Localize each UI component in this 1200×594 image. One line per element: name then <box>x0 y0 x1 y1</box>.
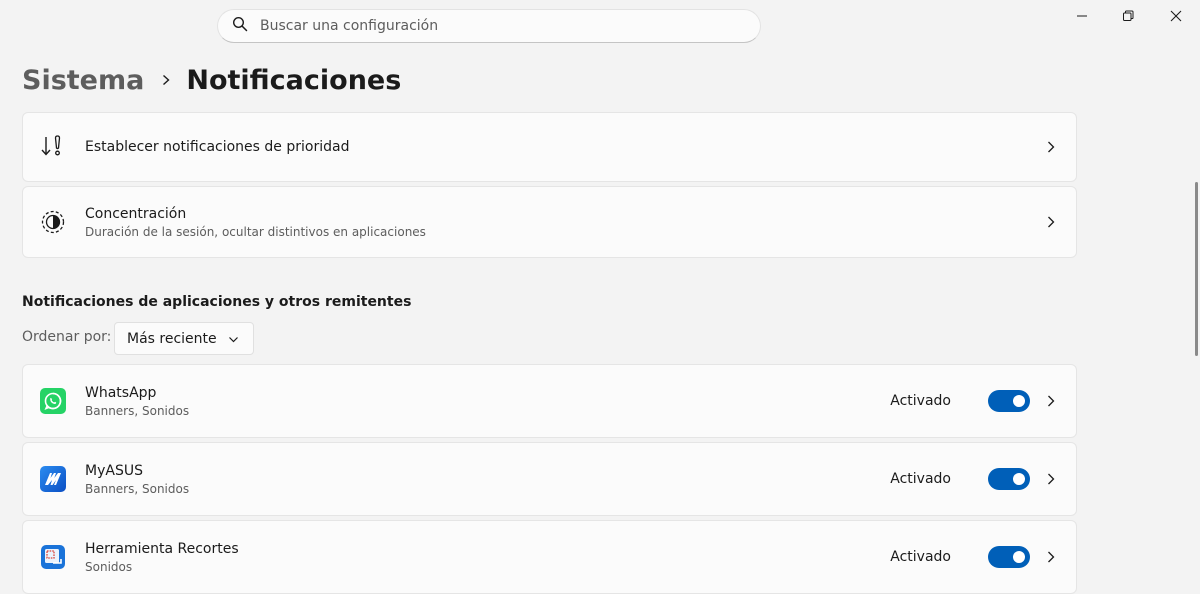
chevron-right-icon <box>1044 550 1058 564</box>
page-title: Notificaciones <box>186 64 402 96</box>
focus-card[interactable]: Concentración Duración de la sesión, ocu… <box>22 186 1077 258</box>
app-row-whatsapp[interactable]: WhatsApp Banners, Sonidos Activado <box>22 364 1077 438</box>
breadcrumb-parent[interactable]: Sistema <box>22 65 144 96</box>
chevron-right-icon <box>1044 394 1058 408</box>
app-detail: Sonidos <box>85 559 133 574</box>
whatsapp-toggle[interactable] <box>988 390 1030 412</box>
myasus-icon <box>40 466 66 492</box>
breadcrumb: Sistema Notificaciones <box>22 60 401 100</box>
snipping-tool-icon <box>40 544 66 570</box>
sort-label: Ordenar por: <box>22 329 112 345</box>
app-name: WhatsApp <box>85 384 157 401</box>
chevron-right-icon <box>1044 472 1058 486</box>
chevron-down-icon <box>229 337 238 343</box>
sort-dropdown[interactable]: Más reciente <box>114 322 254 355</box>
priority-title: Establecer notificaciones de prioridad <box>85 139 350 155</box>
toggle-state-label: Activado <box>890 393 951 409</box>
focus-icon <box>40 209 66 235</box>
focus-title: Concentración <box>85 205 187 222</box>
priority-notification-icon <box>40 134 66 160</box>
priority-notifications-card[interactable]: Establecer notificaciones de prioridad <box>22 112 1077 182</box>
snipping-tool-toggle[interactable] <box>988 546 1030 568</box>
app-name: Herramienta Recortes <box>85 540 239 557</box>
restore-button[interactable] <box>1104 0 1152 32</box>
search-icon <box>232 16 248 36</box>
focus-subtitle: Duración de la sesión, ocultar distintiv… <box>85 224 426 239</box>
app-row-snipping-tool[interactable]: Herramienta Recortes Sonidos Activado <box>22 520 1077 594</box>
scrollbar-thumb[interactable] <box>1195 182 1198 356</box>
chevron-right-icon <box>160 74 172 86</box>
apps-section-title: Notificaciones de aplicaciones y otros r… <box>22 294 412 310</box>
settings-search-box[interactable] <box>217 9 761 43</box>
minimize-button[interactable] <box>1058 0 1106 32</box>
toggle-state-label: Activado <box>890 471 951 487</box>
close-button[interactable] <box>1152 0 1200 32</box>
app-detail: Banners, Sonidos <box>85 403 190 418</box>
toggle-state-label: Activado <box>890 549 951 565</box>
minimize-icon <box>1077 15 1087 17</box>
search-input[interactable] <box>260 18 720 34</box>
app-row-myasus[interactable]: MyASUS Banners, Sonidos Activado <box>22 442 1077 516</box>
whatsapp-icon <box>40 388 66 414</box>
close-icon <box>1170 10 1182 22</box>
app-detail: Banners, Sonidos <box>85 481 190 496</box>
chevron-right-icon <box>1044 140 1058 154</box>
app-name: MyASUS <box>85 462 143 479</box>
myasus-toggle[interactable] <box>988 468 1030 490</box>
sort-value: Más reciente <box>127 330 217 347</box>
chevron-right-icon <box>1044 215 1058 229</box>
restore-icon <box>1123 10 1134 21</box>
